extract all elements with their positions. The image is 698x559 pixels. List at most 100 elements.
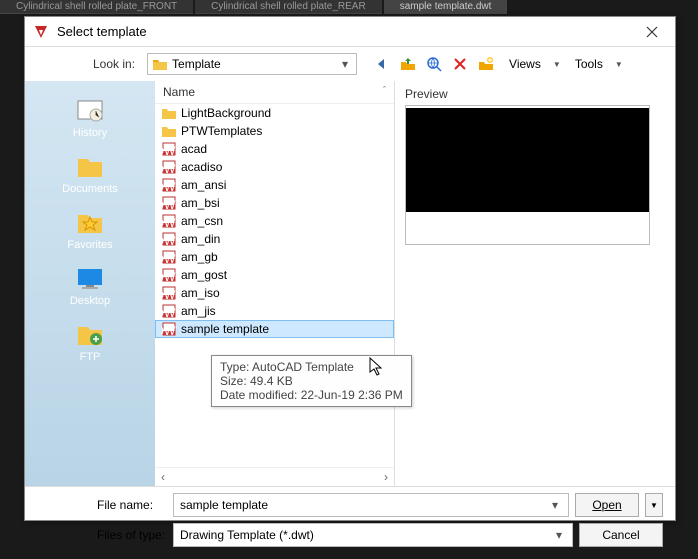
dwt-file-icon: DWT xyxy=(161,160,177,174)
file-name: am_csn xyxy=(181,214,223,228)
sidebar-item-desktop[interactable]: Desktop xyxy=(35,259,145,311)
file-row[interactable]: DWTam_gb xyxy=(155,248,394,266)
file-list[interactable]: LightBackground PTWTemplates DWT acad DWT aca… xyxy=(155,104,394,467)
open-button[interactable]: Open xyxy=(575,493,639,517)
new-folder-button[interactable] xyxy=(475,53,497,75)
file-row[interactable]: DWT acadiso xyxy=(155,158,394,176)
file-name: am_ansi xyxy=(181,178,226,192)
name-column-header[interactable]: Name xyxy=(163,85,195,99)
file-row[interactable]: DWT am_iso xyxy=(155,284,394,302)
sidebar-item-favorites[interactable]: Favorites xyxy=(35,203,145,255)
sidebar-item-label: Desktop xyxy=(39,295,141,307)
file-name: acad xyxy=(181,142,207,156)
file-list-column: Name ˆ LightBackground PTWTemplates DWT aca… xyxy=(155,81,395,486)
folder-icon xyxy=(152,56,168,72)
svg-text:DWT: DWT xyxy=(161,288,177,300)
app-icon xyxy=(33,24,49,40)
preview-thumbnail xyxy=(406,108,649,212)
folder-icon xyxy=(161,124,177,138)
documents-icon xyxy=(72,151,108,181)
dwt-file-icon: DWT xyxy=(161,250,177,264)
svg-text:DWT: DWT xyxy=(161,180,177,192)
scroll-right-icon[interactable]: › xyxy=(384,470,388,484)
file-row[interactable]: DWT acad xyxy=(155,140,394,158)
file-name: sample template xyxy=(181,322,269,336)
svg-text:DWT: DWT xyxy=(161,216,177,228)
file-name: LightBackground xyxy=(181,106,271,120)
file-row[interactable]: LightBackground xyxy=(155,104,394,122)
filename-label: File name: xyxy=(97,498,167,512)
filename-input[interactable]: sample template ▾ xyxy=(173,493,569,517)
file-row[interactable]: DWT am_din xyxy=(155,230,394,248)
file-name: am_iso xyxy=(181,286,220,300)
lookin-label: Look in: xyxy=(93,57,135,71)
file-row[interactable]: DWT sample template xyxy=(155,320,394,338)
favorites-icon xyxy=(72,207,108,237)
scroll-left-icon[interactable]: ‹ xyxy=(161,470,165,484)
back-button[interactable] xyxy=(371,53,393,75)
delete-button[interactable] xyxy=(449,53,471,75)
sidebar-item-documents[interactable]: Documents xyxy=(35,147,145,199)
svg-text:DWT: DWT xyxy=(161,234,177,246)
filename-dropdown-icon[interactable]: ▾ xyxy=(548,498,562,512)
dwt-file-icon: DWT xyxy=(161,268,177,282)
filetype-dropdown-icon[interactable]: ▾ xyxy=(552,528,566,542)
dwt-file-icon: DWT xyxy=(161,178,177,192)
svg-text:DWT: DWT xyxy=(161,198,177,210)
file-row[interactable]: PTWTemplates xyxy=(155,122,394,140)
dwt-file-icon: DWT xyxy=(161,304,177,318)
titlebar: Select template xyxy=(25,17,675,47)
up-folder-button[interactable] xyxy=(397,53,419,75)
dwt-file-icon: DWT xyxy=(161,322,177,336)
search-web-button[interactable] xyxy=(423,53,445,75)
cancel-button[interactable]: Cancel xyxy=(579,523,663,547)
sidebar-item-history[interactable]: History xyxy=(35,91,145,143)
file-row[interactable]: DWT am_ansi xyxy=(155,176,394,194)
file-name: acadiso xyxy=(181,160,222,174)
file-list-header[interactable]: Name ˆ xyxy=(155,81,394,104)
svg-text:DWT: DWT xyxy=(161,144,177,156)
dwt-file-icon: DWT xyxy=(161,232,177,246)
file-name: am_jis xyxy=(181,304,216,318)
file-name: PTWTemplates xyxy=(181,124,262,138)
filetype-select[interactable]: Drawing Template (*.dwt) ▾ xyxy=(173,523,573,547)
file-row[interactable]: DWT am_csn xyxy=(155,212,394,230)
svg-text:DWT: DWT xyxy=(161,306,177,318)
sidebar-item-label: Favorites xyxy=(39,239,141,251)
sidebar-item-ftp[interactable]: FTP xyxy=(35,315,145,367)
views-button[interactable]: Views xyxy=(503,53,547,75)
views-dropdown-icon[interactable]: ▼ xyxy=(553,60,563,69)
folder-icon xyxy=(161,106,177,120)
horizontal-scrollbar[interactable]: ‹ › xyxy=(155,467,394,486)
open-dropdown-button[interactable]: ▼ xyxy=(645,493,663,517)
filetype-label: Files of type: xyxy=(97,528,167,542)
tooltip-date: Date modified: 22-Jun-19 2:36 PM xyxy=(220,388,403,402)
sort-indicator-icon: ˆ xyxy=(383,85,386,99)
desktop-icon xyxy=(72,263,108,293)
dialog-title: Select template xyxy=(57,24,637,39)
sidebar-item-label: Documents xyxy=(39,183,141,195)
bg-tab[interactable]: sample template.dwt xyxy=(384,0,508,14)
sidebar-item-label: FTP xyxy=(39,351,141,363)
filename-value: sample template xyxy=(180,498,548,512)
tools-button[interactable]: Tools xyxy=(569,53,609,75)
dwt-file-icon: DWT xyxy=(161,196,177,210)
svg-text:DWT: DWT xyxy=(161,324,177,336)
lookin-select[interactable]: Template ▾ xyxy=(147,53,357,75)
file-row[interactable]: DWT am_bsi xyxy=(155,194,394,212)
close-button[interactable] xyxy=(637,18,667,46)
bg-tab[interactable]: Cylindrical shell rolled plate_FRONT xyxy=(0,0,193,14)
bg-tab[interactable]: Cylindrical shell rolled plate_REAR xyxy=(195,0,382,14)
sidebar: History Documents Favorites Desktop FTP xyxy=(25,81,155,486)
chevron-down-icon: ▾ xyxy=(338,57,352,71)
dwt-file-icon: DWT xyxy=(161,286,177,300)
file-row[interactable]: DWT am_jis xyxy=(155,302,394,320)
tools-dropdown-icon[interactable]: ▼ xyxy=(615,60,625,69)
select-template-dialog: Select template Look in: Template ▾ xyxy=(24,16,676,521)
footer: File name: sample template ▾ Open ▼ File… xyxy=(25,486,675,559)
lookin-value: Template xyxy=(172,57,338,71)
file-name: am_bsi xyxy=(181,196,220,210)
file-row[interactable]: DWTam_gost xyxy=(155,266,394,284)
cursor-icon xyxy=(369,357,385,377)
file-name: am_din xyxy=(181,232,220,246)
